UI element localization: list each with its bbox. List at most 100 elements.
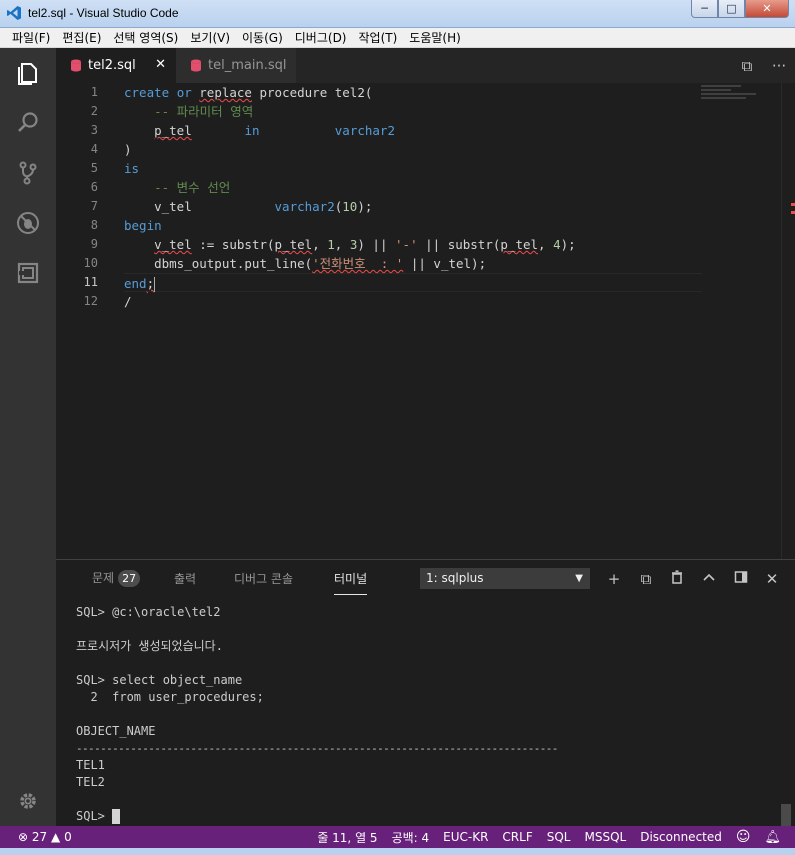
window-title-bar: tel2.sql - Visual Studio Code ─ □ ✕ bbox=[0, 0, 795, 28]
line-number: 10 bbox=[83, 256, 98, 270]
tab-debug-console[interactable]: 디버그 콘솔 bbox=[234, 570, 293, 587]
settings-gear-icon[interactable] bbox=[0, 776, 56, 826]
panel-tab-bar: 문제 27 출력 디버그 콘솔 터미널 1: sqlplus ▼ + ⧉ ✕ bbox=[56, 560, 795, 597]
text-cursor bbox=[154, 277, 156, 292]
database-file-icon bbox=[71, 59, 81, 72]
line-number: 7 bbox=[90, 199, 98, 213]
debug-icon[interactable] bbox=[0, 198, 56, 248]
sql-dialect[interactable]: MSSQL bbox=[584, 830, 626, 844]
close-window-button[interactable]: ✕ bbox=[745, 0, 789, 18]
code-line: -- 파라미터 영역 bbox=[154, 104, 254, 119]
bottom-panel: 문제 27 출력 디버그 콘솔 터미널 1: sqlplus ▼ + ⧉ ✕ SQ… bbox=[56, 559, 795, 826]
error-icon: ⊗ bbox=[18, 830, 29, 844]
menu-go[interactable]: 이동(G) bbox=[236, 29, 289, 46]
close-tab-icon[interactable]: ✕ bbox=[155, 57, 166, 72]
chevron-up-icon[interactable] bbox=[699, 569, 719, 589]
editor-tab-bar: tel2.sql ✕ tel_main.sql ⧉ ··· bbox=[56, 48, 795, 83]
terminal-select-dropdown[interactable]: 1: sqlplus ▼ bbox=[420, 568, 590, 589]
menu-view[interactable]: 보기(V) bbox=[184, 29, 236, 46]
code-line: -- 변수 선언 bbox=[154, 180, 231, 195]
trash-icon[interactable] bbox=[667, 569, 687, 589]
code-editor[interactable]: 1 2 3 4 5 6 7 8 9 10 11 12 create or rep… bbox=[56, 83, 795, 559]
code-line: begin bbox=[124, 218, 162, 233]
menu-tasks[interactable]: 작업(T) bbox=[353, 29, 404, 46]
code-line: ) bbox=[124, 142, 132, 157]
terminal-line: 프로시저가 생성되었습니다. bbox=[76, 639, 223, 653]
terminal-prompt: SQL> bbox=[76, 809, 113, 823]
tab-label: tel2.sql bbox=[88, 58, 136, 73]
editor-scrollbar[interactable] bbox=[781, 83, 795, 559]
code-line: dbms_output.put_line('전화번호 : ' || v_tel)… bbox=[124, 256, 487, 271]
tab-tel2-sql[interactable]: tel2.sql ✕ bbox=[56, 48, 176, 83]
maximize-button[interactable]: □ bbox=[718, 0, 745, 18]
menu-edit[interactable]: 편집(E) bbox=[56, 29, 107, 46]
tab-terminal[interactable]: 터미널 bbox=[334, 570, 368, 595]
split-terminal-icon[interactable]: ⧉ bbox=[636, 569, 656, 589]
menu-help[interactable]: 도움말(H) bbox=[403, 29, 467, 46]
menu-file[interactable]: 파일(F) bbox=[6, 29, 56, 46]
source-control-icon[interactable] bbox=[0, 148, 56, 198]
line-number: 6 bbox=[90, 180, 98, 194]
code-line: is bbox=[124, 161, 140, 176]
terminal-line: TEL1 bbox=[76, 758, 105, 772]
status-bar: ⊗ 27 ▲ 0 줄 11, 열 5 공백: 4 EUC-KR CRLF SQL… bbox=[0, 826, 795, 848]
tab-problems[interactable]: 문제 27 bbox=[92, 569, 141, 587]
maximize-panel-icon[interactable] bbox=[731, 569, 751, 589]
problems-label: 문제 bbox=[92, 571, 115, 585]
terminal-prompt-line: SQL> bbox=[76, 808, 776, 825]
terminal-line: TEL2 bbox=[76, 775, 105, 789]
terminal-line: SQL> @c:\oracle\tel2 bbox=[76, 605, 221, 619]
warning-icon: ▲ bbox=[51, 830, 61, 844]
extensions-icon[interactable] bbox=[0, 248, 56, 298]
warning-count: 0 bbox=[64, 830, 72, 844]
terminal-line: 2 from user_procedures; bbox=[76, 690, 264, 704]
line-number: 12 bbox=[83, 294, 98, 308]
eol-status[interactable]: CRLF bbox=[502, 830, 532, 844]
terminal-scrollbar[interactable] bbox=[781, 804, 791, 826]
database-file-icon bbox=[191, 59, 201, 72]
language-mode[interactable]: SQL bbox=[547, 830, 571, 844]
terminal-output[interactable]: SQL> @c:\oracle\tel2 프로시저가 생성되었습니다. SQL>… bbox=[76, 604, 776, 825]
encoding-status[interactable]: EUC-KR bbox=[443, 830, 488, 844]
connection-status[interactable]: Disconnected bbox=[640, 830, 722, 844]
error-count: 27 bbox=[31, 830, 48, 844]
code-line-current: end; bbox=[124, 273, 702, 292]
search-icon[interactable] bbox=[0, 98, 56, 148]
menu-debug[interactable]: 디버그(D) bbox=[289, 29, 353, 46]
line-number: 9 bbox=[90, 237, 98, 251]
terminal-select-value: 1: sqlplus bbox=[426, 571, 484, 585]
cursor-position[interactable]: 줄 11, 열 5 bbox=[317, 829, 377, 846]
feedback-smiley-icon[interactable]: ☺ bbox=[736, 829, 751, 845]
line-number: 5 bbox=[90, 161, 98, 175]
line-number: 8 bbox=[90, 218, 98, 232]
problems-status[interactable]: ⊗ 27 ▲ 0 bbox=[18, 830, 72, 844]
menu-selection[interactable]: 선택 영역(S) bbox=[107, 29, 184, 46]
explorer-icon[interactable] bbox=[0, 48, 56, 98]
problems-count-badge: 27 bbox=[118, 570, 141, 587]
indentation-status[interactable]: 공백: 4 bbox=[392, 829, 430, 846]
notification-bell-icon[interactable]: 🔔︎ bbox=[764, 830, 781, 845]
more-actions-icon[interactable]: ··· bbox=[763, 57, 795, 75]
code-line: p_tel in varchar2 bbox=[154, 123, 395, 138]
split-editor-icon[interactable]: ⧉ bbox=[731, 57, 763, 75]
line-number-gutter: 1 2 3 4 5 6 7 8 9 10 11 12 bbox=[56, 83, 116, 311]
terminal-line: ----------------------------------------… bbox=[76, 742, 558, 755]
minimize-button[interactable]: ─ bbox=[691, 0, 718, 18]
code-lines[interactable]: create or replace procedure tel2( -- 파라미… bbox=[124, 83, 704, 311]
minimap[interactable] bbox=[701, 83, 763, 113]
terminal-cursor bbox=[112, 809, 121, 824]
close-panel-icon[interactable]: ✕ bbox=[762, 569, 782, 589]
new-terminal-icon[interactable]: + bbox=[604, 569, 624, 589]
terminal-line: SQL> select object_name bbox=[76, 673, 243, 687]
tab-output[interactable]: 출력 bbox=[174, 570, 196, 587]
line-number: 1 bbox=[90, 85, 98, 99]
line-number: 2 bbox=[90, 104, 98, 118]
menu-bar: 파일(F) 편집(E) 선택 영역(S) 보기(V) 이동(G) 디버그(D) … bbox=[0, 28, 795, 48]
activity-bar bbox=[0, 48, 56, 826]
line-number: 4 bbox=[90, 142, 98, 156]
tab-tel-main-sql[interactable]: tel_main.sql bbox=[176, 48, 296, 83]
